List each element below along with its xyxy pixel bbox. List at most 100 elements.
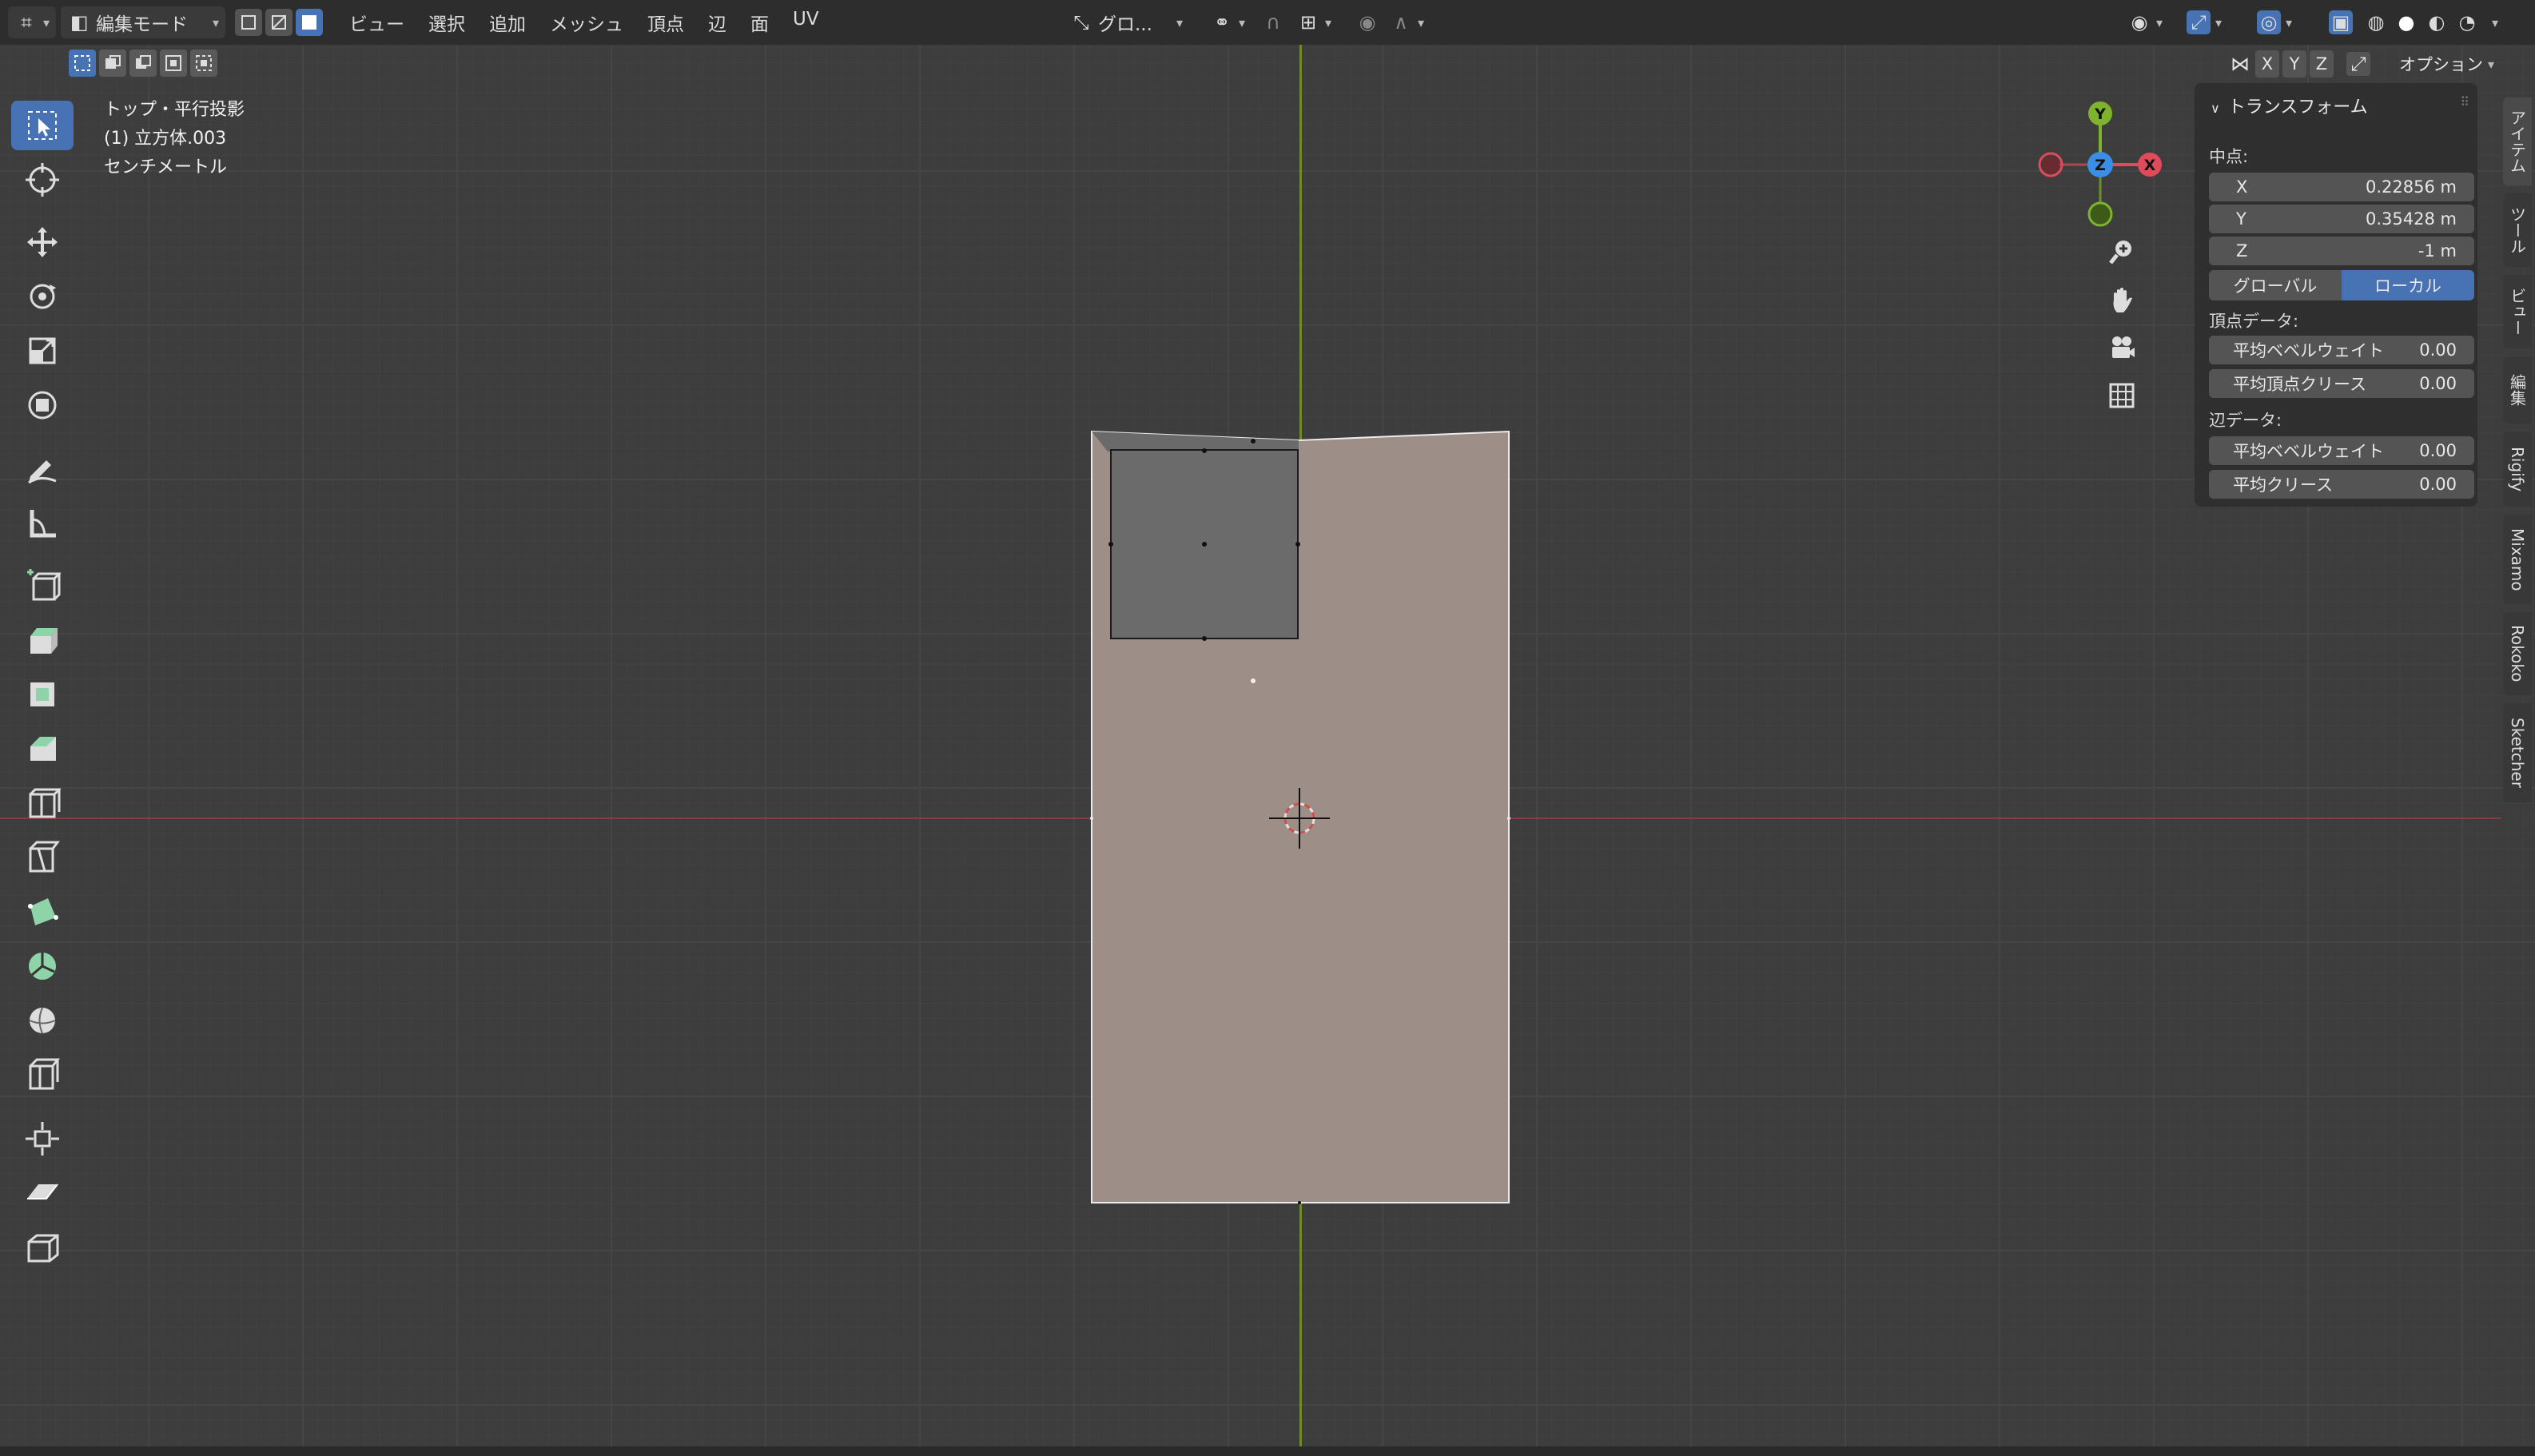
navigation-gizmo[interactable]: Y X Z — [2030, 96, 2174, 232]
mode-dropdown[interactable]: ◧ 編集モード ▾ — [61, 6, 226, 38]
bevel-tool[interactable] — [11, 724, 74, 774]
menu-add[interactable]: 追加 — [477, 9, 538, 36]
selection-mode-row — [69, 50, 217, 77]
measure-tool[interactable] — [11, 499, 74, 548]
snap-toggle[interactable]: ∩ — [1255, 6, 1291, 38]
smooth-tool[interactable] — [11, 996, 74, 1045]
move-tool[interactable] — [11, 217, 74, 267]
menu-vertex[interactable]: 頂点 — [635, 9, 696, 36]
tab-item[interactable]: アイテム — [2503, 97, 2532, 185]
knife-tool[interactable] — [11, 833, 74, 882]
rotate-tool[interactable] — [11, 272, 74, 321]
shear-tool[interactable] — [11, 1168, 74, 1218]
field-value: 0.00 — [2419, 374, 2457, 393]
rip-region-tool[interactable] — [11, 1223, 74, 1272]
menu-view[interactable]: ビュー — [337, 9, 416, 36]
falloff-dropdown[interactable]: ∧ ▾ — [1383, 6, 1431, 38]
pan-button[interactable] — [2102, 280, 2142, 320]
edge-slide-tool[interactable] — [11, 1050, 74, 1100]
edge-dot[interactable] — [1202, 448, 1207, 453]
mirror-z-toggle[interactable]: Z — [2310, 50, 2334, 78]
transform-tool[interactable] — [11, 380, 74, 430]
options-dropdown[interactable]: オプション ▾ — [2390, 50, 2504, 78]
shrink-fatten-tool[interactable] — [11, 1114, 74, 1164]
poly-build-tool[interactable] — [11, 887, 74, 937]
vertex[interactable] — [1507, 817, 1510, 820]
auto-merge-icon[interactable]: ⤢ — [2346, 52, 2370, 76]
extrude-tool[interactable] — [11, 615, 74, 665]
tab-view[interactable]: ビュー — [2503, 275, 2532, 348]
space-toggle: グローバル ローカル — [2209, 270, 2474, 300]
zoom-button[interactable] — [2102, 232, 2142, 272]
edge-dot[interactable] — [1295, 542, 1300, 547]
select-invert-button[interactable] — [160, 50, 187, 77]
xray-toggle[interactable]: ▣ — [2322, 6, 2359, 38]
tab-edit[interactable]: 編集 — [2503, 356, 2532, 424]
transform-section-header[interactable]: ∨ トランスフォーム — [2211, 93, 2368, 118]
edge-bevel-weight-field[interactable]: 平均ベベルウェイト 0.00 — [2209, 436, 2474, 465]
vertex-bevel-weight-field[interactable]: 平均ベベルウェイト 0.00 — [2209, 336, 2474, 364]
proportional-edit-icon: ◉ — [1359, 11, 1376, 34]
tab-rokoko[interactable]: Rokoko — [2503, 612, 2532, 695]
menu-mesh[interactable]: メッシュ — [538, 9, 635, 36]
editor-type-button[interactable]: ⌗ ▾ — [8, 6, 57, 38]
select-new-button[interactable] — [69, 50, 96, 77]
menu-select[interactable]: 選択 — [416, 9, 477, 36]
vertex[interactable] — [1251, 678, 1256, 683]
vertex-select-button[interactable] — [235, 9, 263, 36]
scale-tool[interactable] — [11, 326, 74, 376]
pencil-icon — [28, 460, 57, 484]
edge-dot[interactable] — [1108, 542, 1113, 547]
median-x-field[interactable]: X 0.22856 m — [2209, 173, 2474, 201]
global-button[interactable]: グローバル — [2209, 270, 2342, 300]
tab-mixamo[interactable]: Mixamo — [2503, 515, 2532, 604]
median-z-field[interactable]: Z -1 m — [2209, 237, 2474, 265]
add-cube-icon — [27, 569, 61, 601]
add-cube-tool[interactable] — [11, 561, 74, 611]
vertex[interactable] — [1251, 439, 1256, 444]
vertex-crease-field[interactable]: 平均頂点クリース 0.00 — [2209, 369, 2474, 398]
edge-crease-field[interactable]: 平均クリース 0.00 — [2209, 470, 2474, 499]
mirror-x-toggle[interactable]: X — [2255, 50, 2279, 78]
local-button[interactable]: ローカル — [2342, 270, 2474, 300]
face-center-dot[interactable] — [1202, 542, 1207, 547]
gizmo-toggle[interactable]: ⤢ ▾ — [2180, 6, 2228, 38]
median-y-field[interactable]: Y 0.35428 m — [2209, 205, 2474, 233]
orientation-dropdown[interactable]: ⤡ グロ... ▾ — [1063, 6, 1189, 38]
loop-cut-tool[interactable] — [11, 778, 74, 828]
snap-target-dropdown[interactable]: ⊞ ▾ — [1290, 6, 1338, 38]
cursor-tool[interactable] — [11, 155, 74, 205]
visibility-dropdown[interactable]: ◉ ▾ — [2121, 6, 2169, 38]
extrude-icon — [30, 628, 58, 654]
face-select-button[interactable] — [296, 9, 324, 36]
inset-tool[interactable] — [11, 670, 74, 719]
vertex[interactable] — [1090, 817, 1093, 820]
neg-y-handle[interactable] — [2087, 201, 2113, 227]
proportional-edit-toggle[interactable]: ◉ — [1349, 6, 1386, 38]
tab-tool[interactable]: ツール — [2503, 193, 2532, 267]
edge-select-button[interactable] — [265, 9, 293, 36]
annotate-tool[interactable] — [11, 444, 74, 494]
menu-face[interactable]: 面 — [738, 9, 781, 36]
mirror-y-toggle[interactable]: Y — [2282, 50, 2306, 78]
edge-dot[interactable] — [1202, 636, 1207, 641]
tab-rigify[interactable]: Rigify — [2503, 432, 2532, 507]
tab-sketcher[interactable]: Sketcher — [2503, 703, 2532, 802]
vertex[interactable] — [1298, 1201, 1301, 1204]
select-intersect-button[interactable] — [190, 50, 217, 77]
drag-handle-icon[interactable]: ⠿ — [2460, 94, 2469, 109]
spin-tool[interactable] — [11, 941, 74, 991]
ortho-toggle-button[interactable] — [2102, 376, 2142, 416]
menu-edge[interactable]: 辺 — [696, 9, 738, 36]
select-subtract-button[interactable] — [129, 50, 157, 77]
menu-uv[interactable]: UV — [781, 9, 831, 36]
camera-view-button[interactable] — [2102, 328, 2142, 368]
scale-icon — [29, 337, 56, 364]
pivot-dropdown[interactable]: ⚭ ▾ — [1204, 6, 1252, 38]
select-extend-button[interactable] — [99, 50, 126, 77]
mesh-top-strip[interactable] — [1092, 432, 1299, 452]
shading-options-dropdown[interactable]: ▾ — [2481, 6, 2505, 38]
chevron-down-icon: ∨ — [2211, 101, 2220, 116]
select-box-tool[interactable] — [11, 101, 74, 150]
overlays-toggle[interactable]: ◎ ▾ — [2250, 6, 2298, 38]
